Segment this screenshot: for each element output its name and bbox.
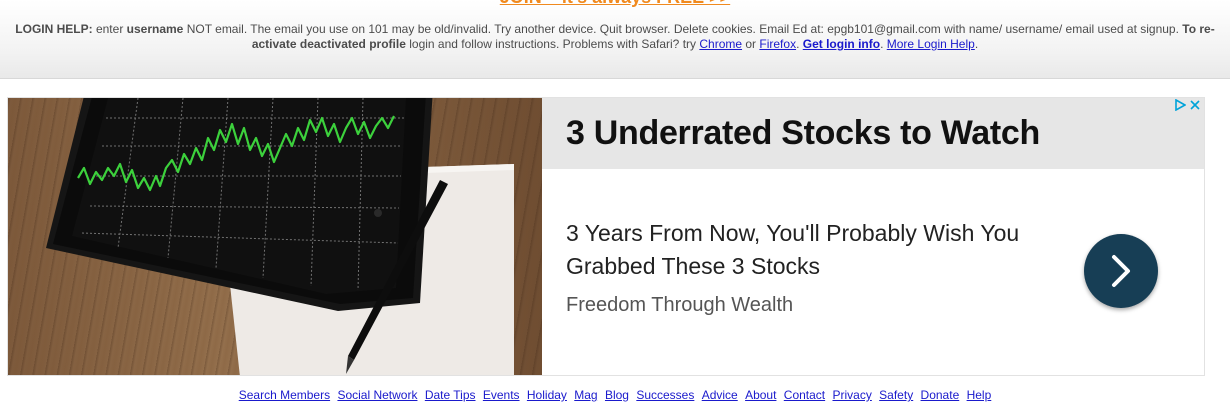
- login-help-part: .: [796, 37, 803, 51]
- footer-link-donate[interactable]: Donate: [921, 388, 960, 402]
- footer-link-date-tips[interactable]: Date Tips: [425, 388, 476, 402]
- footer-link-help[interactable]: Help: [967, 388, 992, 402]
- login-help-part: .: [974, 37, 979, 51]
- footer-nav: Search Members Social Network Date Tips …: [0, 388, 1230, 402]
- tablet-chart-illustration: [46, 98, 514, 375]
- footer-link-events[interactable]: Events: [483, 388, 520, 402]
- username-emphasis: username: [126, 22, 184, 36]
- footer-link-about[interactable]: About: [745, 388, 776, 402]
- ad-body-text[interactable]: 3 Years From Now, You'll Probably Wish Y…: [566, 217, 1066, 283]
- login-help-part: or: [742, 37, 760, 51]
- ad-headline[interactable]: 3 Underrated Stocks to Watch: [566, 114, 1040, 153]
- ad-banner[interactable]: 3 Underrated Stocks to Watch 3 Years Fro…: [7, 97, 1205, 376]
- login-help-part: NOT email. The email you use on 101 may …: [183, 22, 1183, 36]
- chrome-link[interactable]: Chrome: [699, 37, 742, 51]
- footer-link-contact[interactable]: Contact: [784, 388, 825, 402]
- join-link[interactable]: JOIN – it's always FREE >>: [0, 0, 1230, 8]
- footer-link-mag[interactable]: Mag: [574, 388, 597, 402]
- get-login-info-link[interactable]: Get login info: [803, 37, 880, 51]
- login-help-text: LOGIN HELP: enter username NOT email. Th…: [6, 22, 1224, 52]
- login-help-part: login and follow instructions. Problems …: [405, 37, 700, 51]
- login-help-label: LOGIN HELP:: [15, 22, 93, 36]
- footer-link-search-members[interactable]: Search Members: [239, 388, 330, 402]
- adchoices-icon[interactable]: [1174, 99, 1186, 111]
- footer-link-safety[interactable]: Safety: [879, 388, 913, 402]
- ad-source[interactable]: Freedom Through Wealth: [566, 294, 793, 317]
- close-icon[interactable]: [1190, 100, 1200, 110]
- top-banner: JOIN – it's always FREE >> LOGIN HELP: e…: [0, 0, 1230, 79]
- ad-choices[interactable]: [1174, 98, 1200, 112]
- footer-link-social-network[interactable]: Social Network: [337, 388, 417, 402]
- footer-link-privacy[interactable]: Privacy: [832, 388, 871, 402]
- ad-cta-button[interactable]: [1084, 234, 1158, 308]
- ad-headline-band: 3 Underrated Stocks to Watch: [542, 98, 1204, 169]
- more-login-help-link[interactable]: More Login Help: [887, 37, 975, 51]
- login-help-part: .: [880, 37, 887, 51]
- footer-link-advice[interactable]: Advice: [702, 388, 738, 402]
- login-help-part: enter: [92, 22, 127, 36]
- firefox-link[interactable]: Firefox: [759, 37, 796, 51]
- chevron-right-icon: [1112, 255, 1130, 287]
- ad-image[interactable]: [8, 98, 542, 375]
- footer-link-holiday[interactable]: Holiday: [527, 388, 567, 402]
- footer-link-successes[interactable]: Successes: [636, 388, 694, 402]
- footer-link-blog[interactable]: Blog: [605, 388, 629, 402]
